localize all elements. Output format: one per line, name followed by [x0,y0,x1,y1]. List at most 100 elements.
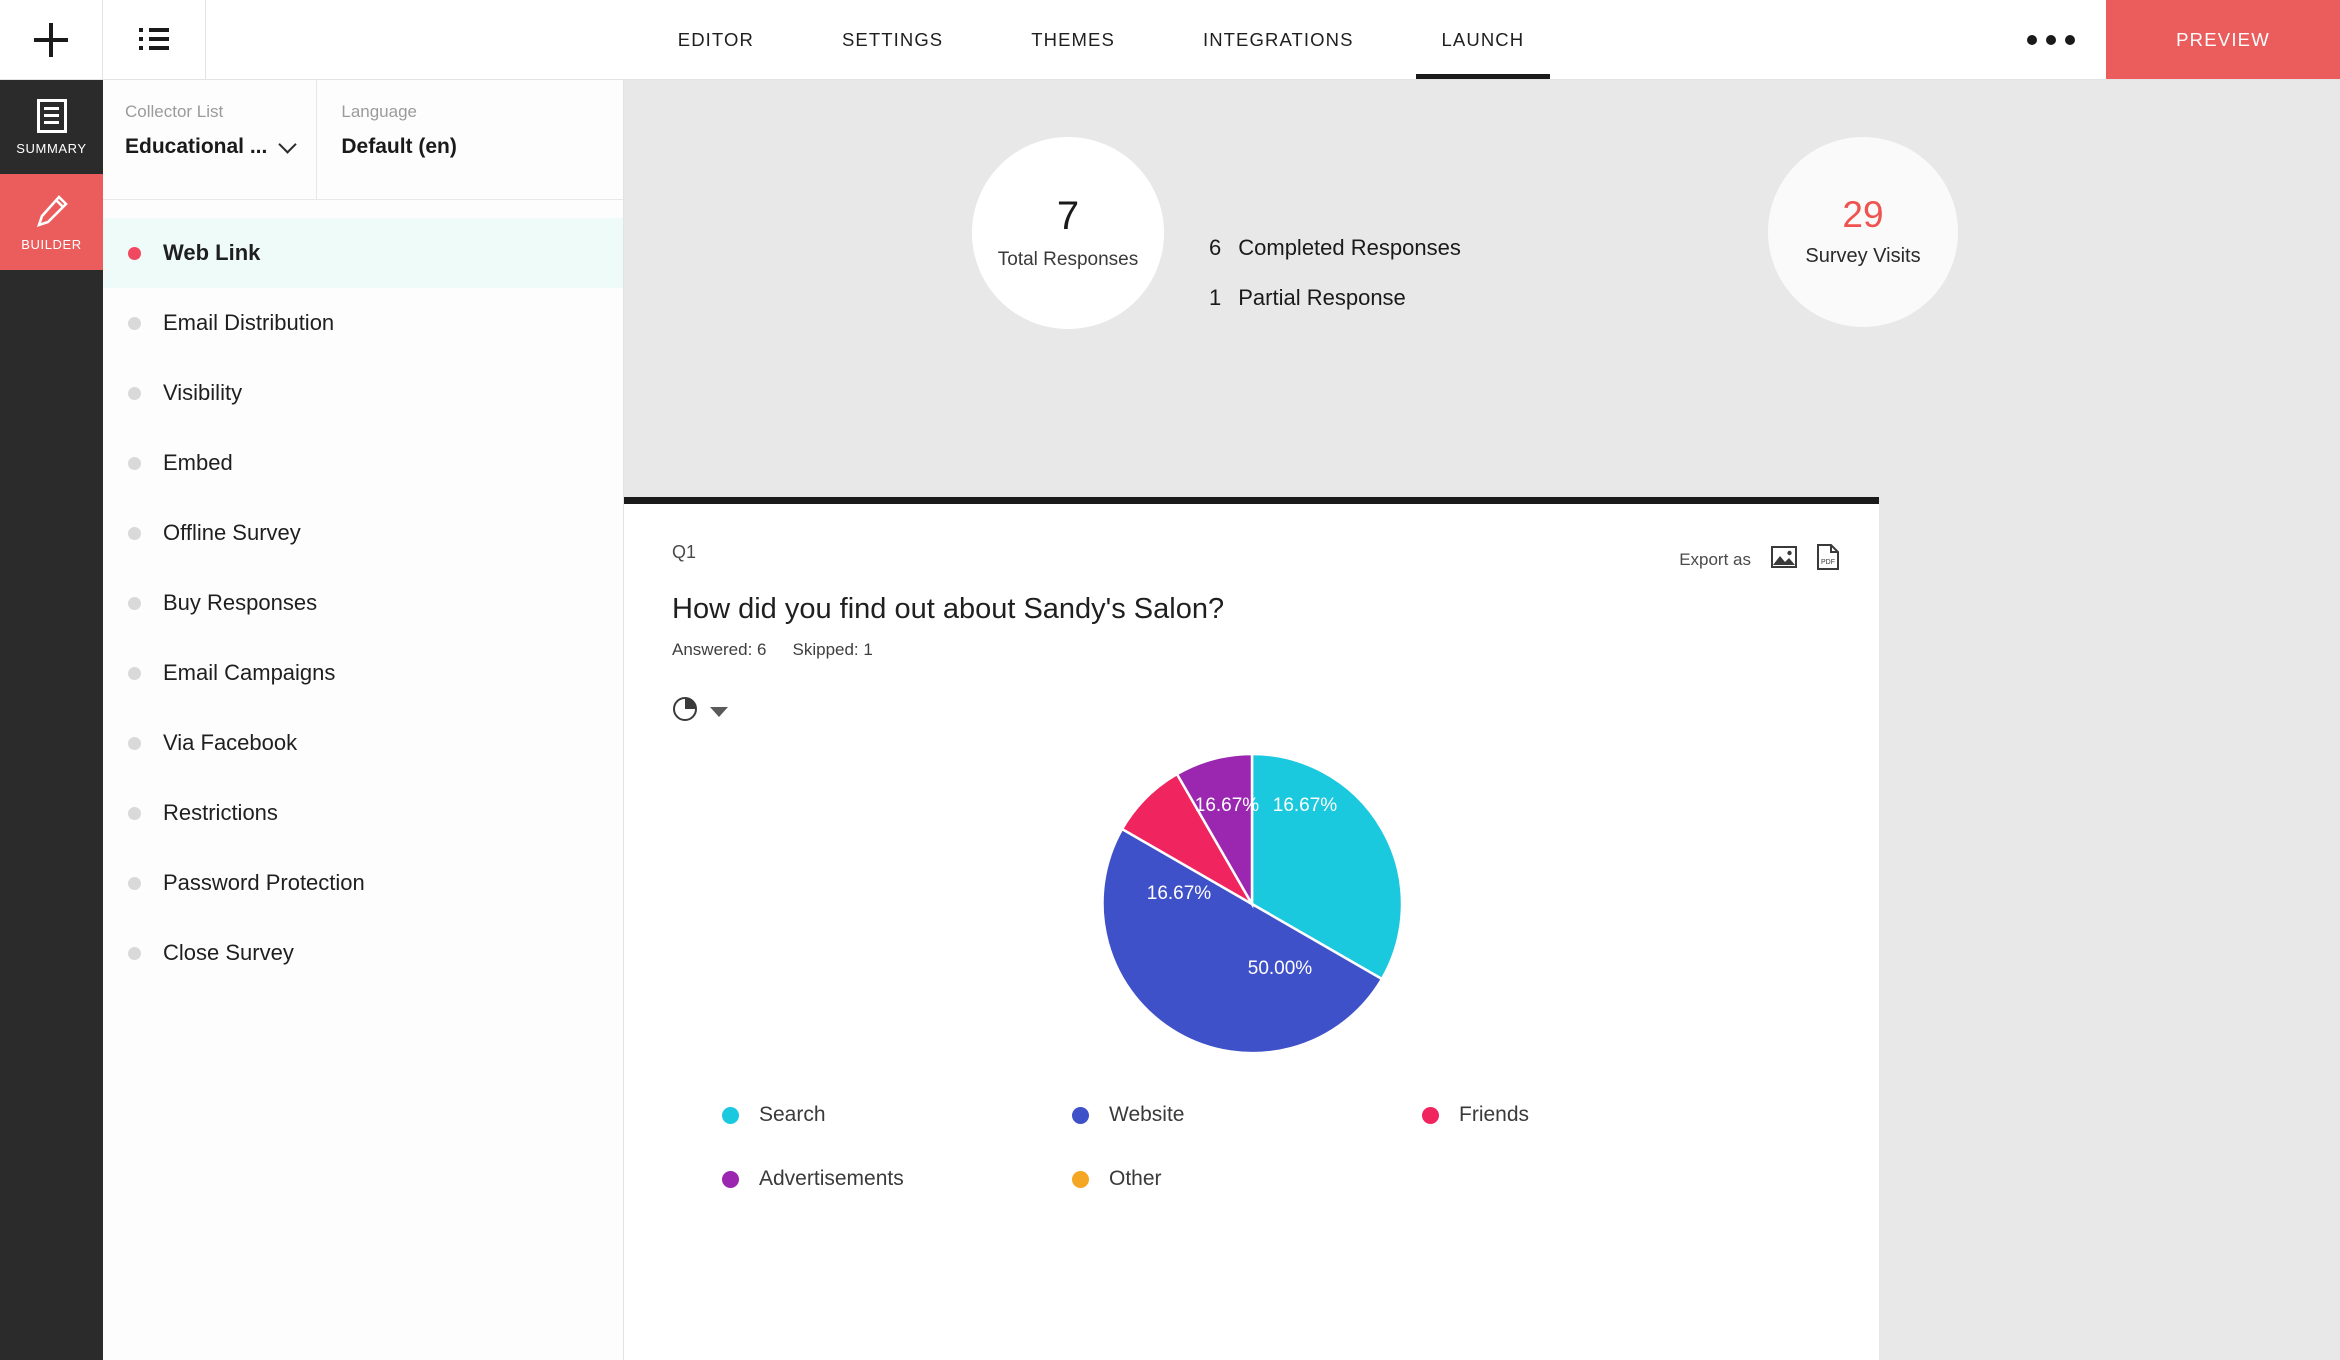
collector-item-email-campaigns[interactable]: Email Campaigns [103,638,623,708]
legend-label: Search [759,1103,826,1126]
export-controls: Export as PDF [1679,544,1839,575]
legend-item-friends[interactable]: Friends [1422,1103,1772,1127]
collector-item-restrictions[interactable]: Restrictions [103,778,623,848]
legend-color-swatch [1072,1170,1089,1188]
collector-item-via-facebook[interactable]: Via Facebook [103,708,623,778]
collector-item-label: Restrictions [163,800,278,825]
rail-label-summary: SUMMARY [16,140,87,156]
skipped-count: Skipped: 1 [792,640,873,659]
legend-color-swatch [722,1106,739,1124]
collector-list-label: Collector List [125,102,224,121]
legend-label: Advertisements [759,1167,904,1190]
total-responses-label: Total Responses [997,248,1139,270]
collector-item-close-survey[interactable]: Close Survey [103,918,623,988]
collector-item-label: Via Facebook [163,730,298,755]
legend-color-swatch [722,1170,739,1188]
pie-chart-svg: 16.67% 50.00% 16.67% 16.67% [1100,752,1403,1055]
svg-text:PDF: PDF [1821,559,1835,566]
legend-item-search[interactable]: Search [722,1103,1072,1127]
collector-item-label: Close Survey [163,940,294,965]
legend-item-other[interactable]: Other [1072,1167,1422,1191]
collector-item-label: Email Campaigns [163,660,336,685]
status-dot [128,946,141,960]
pdf-export-icon[interactable]: PDF [1817,544,1839,575]
rail-item-summary[interactable]: SUMMARY [0,80,103,174]
partial-count: 1 [1209,285,1222,310]
completed-label: Completed Responses [1238,235,1461,260]
chevron-down-icon [278,134,298,154]
question-number: Q1 [672,542,697,562]
pie-label-website: 50.00% [1247,958,1312,979]
tab-launch[interactable]: LAUNCH [1398,0,1569,79]
status-dot [128,876,141,890]
pie-label-search: 16.67% [1272,795,1337,816]
partial-label: Partial Response [1238,285,1406,310]
collector-item-visibility[interactable]: Visibility [103,358,623,428]
more-options-button[interactable] [1996,0,2106,79]
total-responses-card: 7 Total Responses [972,137,1164,329]
question-meta: Answered: 6 Skipped: 1 [672,640,1831,660]
status-dot [128,246,141,260]
collector-nav-list: Web Link Email Distribution Visibility E… [103,200,623,988]
survey-list-button[interactable] [103,0,206,79]
pie-label-friends: 16.67% [1146,883,1211,904]
plus-icon [34,22,68,57]
collector-item-label: Embed [163,450,233,475]
language-value[interactable]: Default (en) [341,135,457,159]
collector-item-offline-survey[interactable]: Offline Survey [103,498,623,568]
collector-item-password-protection[interactable]: Password Protection [103,848,623,918]
image-export-icon[interactable] [1771,546,1797,573]
rail-item-builder[interactable]: BUILDER [0,174,103,270]
collector-item-buy-responses[interactable]: Buy Responses [103,568,623,638]
tab-settings[interactable]: SETTINGS [798,0,987,79]
status-dot [128,666,141,680]
pie-chart-icon [672,696,698,727]
main-tabs: EDITOR SETTINGS THEMES INTEGRATIONS LAUN… [206,0,1996,79]
chart-type-selector[interactable] [672,696,732,727]
left-rail: SUMMARY BUILDER [0,80,103,1360]
export-label: Export as [1679,549,1751,569]
tab-themes[interactable]: THEMES [987,0,1159,79]
collector-item-web-link[interactable]: Web Link [103,218,623,288]
completed-responses-row: 6 Completed Responses [1209,235,1461,261]
pie-chart: 16.67% 50.00% 16.67% 16.67% [672,739,1831,1069]
collector-list-value: Educational ... [125,135,268,158]
collector-item-label: Email Distribution [163,310,335,335]
rail-label-builder: BUILDER [21,236,82,252]
completed-count: 6 [1209,235,1222,260]
status-dot [128,316,141,330]
tab-integrations[interactable]: INTEGRATIONS [1159,0,1398,79]
status-dot [128,596,141,610]
language-group: Language Default (en) [316,80,457,199]
language-label: Language [341,102,417,121]
more-horizontal-icon [2027,34,2037,45]
status-dot [128,386,141,400]
question-card: Q1 Export as PDF How did you find out ab… [624,497,1879,1360]
collector-item-label: Buy Responses [163,590,318,615]
add-survey-button[interactable] [0,0,103,79]
legend-label: Friends [1459,1103,1530,1126]
stats-summary: 7 Total Responses 6 Completed Responses … [624,80,2340,410]
document-icon [36,98,67,133]
collector-item-label: Password Protection [163,870,365,895]
chart-legend: Search Website Friends Advertisements Ot… [672,1103,1831,1237]
legend-item-website[interactable]: Website [1072,1103,1422,1127]
status-dot [128,806,141,820]
status-dot [128,736,141,750]
survey-visits-label: Survey Visits [1805,245,1921,267]
collector-item-label: Visibility [163,380,243,405]
tab-editor[interactable]: EDITOR [634,0,798,79]
question-title: How did you find out about Sandy's Salon… [672,593,1225,625]
preview-button[interactable]: PREVIEW [2106,0,2340,79]
collector-item-label: Offline Survey [163,520,301,545]
response-breakdown: 6 Completed Responses 1 Partial Response [1209,235,1461,335]
legend-item-advertisements[interactable]: Advertisements [722,1167,1072,1191]
collector-item-email-distribution[interactable]: Email Distribution [103,288,623,358]
legend-label: Other [1109,1167,1162,1190]
collector-panel: Collector List Educational ... Language … [103,80,624,1360]
legend-label: Website [1109,1103,1185,1126]
collector-item-embed[interactable]: Embed [103,428,623,498]
list-icon [139,27,169,52]
top-bar: EDITOR SETTINGS THEMES INTEGRATIONS LAUN… [0,0,2340,80]
collector-list-dropdown[interactable]: Educational ... [125,134,298,159]
